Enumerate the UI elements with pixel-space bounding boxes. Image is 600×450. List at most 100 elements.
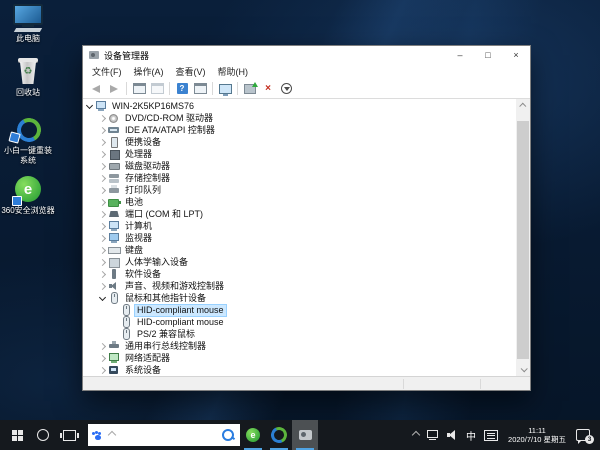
menu-item-file[interactable]: 文件(F) bbox=[86, 65, 128, 78]
hid-device-icon bbox=[108, 256, 121, 268]
tree-item[interactable]: 通用串行总线控制器 bbox=[83, 340, 516, 352]
tree-item[interactable]: 键盘 bbox=[83, 244, 516, 256]
storage-controller-icon bbox=[108, 172, 121, 184]
recycle-bin-icon: ♻ bbox=[11, 58, 45, 86]
menu-item-view[interactable]: 查看(V) bbox=[170, 65, 212, 78]
volume-tray-button[interactable] bbox=[443, 420, 462, 450]
desktop-icon-360-browser[interactable]: e360安全浏览器 bbox=[0, 176, 56, 216]
desktop-icon-xiaobai-reinstall[interactable]: 小白一键重装系统 bbox=[0, 116, 56, 166]
tree-item[interactable]: 声音、视频和游戏控制器 bbox=[83, 280, 516, 292]
tree-item[interactable]: HID-compliant mouse bbox=[83, 304, 516, 316]
vertical-scrollbar[interactable] bbox=[516, 99, 530, 376]
menu-item-help[interactable]: 帮助(H) bbox=[212, 65, 255, 78]
tree-item[interactable]: 电池 bbox=[83, 196, 516, 208]
network-adapter-icon bbox=[108, 352, 121, 364]
desktop-icon-recycle-bin[interactable]: ♻回收站 bbox=[0, 58, 56, 98]
computer-monitor-icon[interactable] bbox=[217, 81, 233, 96]
show-hidden-icons-button[interactable] bbox=[409, 420, 423, 450]
taskbar-app-xiaobai-reinstall[interactable] bbox=[266, 420, 292, 450]
baidu-paw-icon bbox=[95, 435, 101, 440]
touch-keyboard-button[interactable] bbox=[480, 420, 502, 450]
taskbar-app-device-manager[interactable] bbox=[292, 420, 318, 450]
tree-item[interactable]: 端口 (COM 和 LPT) bbox=[83, 208, 516, 220]
chevron-right-icon[interactable] bbox=[98, 366, 107, 375]
chevron-right-icon[interactable] bbox=[98, 210, 107, 219]
chevron-right-icon[interactable] bbox=[98, 138, 107, 147]
device-manager-window[interactable]: 设备管理器 – □ × 文件(F)操作(A)查看(V)帮助(H) ? × WIN-… bbox=[82, 45, 531, 391]
baidu-search-icon[interactable] bbox=[222, 429, 234, 441]
desktop-icon-this-pc[interactable]: 此电脑 bbox=[0, 4, 56, 44]
ime-indicator[interactable]: 中 bbox=[462, 420, 480, 450]
chevron-right-icon[interactable] bbox=[98, 282, 107, 291]
chevron-right-icon[interactable] bbox=[98, 222, 107, 231]
chevron-right-icon[interactable] bbox=[98, 174, 107, 183]
back-arrow-icon[interactable] bbox=[88, 81, 104, 96]
network-tray-button[interactable] bbox=[423, 420, 443, 450]
console-tree-window-icon[interactable] bbox=[131, 81, 147, 96]
start-button[interactable] bbox=[4, 420, 30, 450]
tree-item[interactable]: WIN-2K5KP16MS76 bbox=[83, 100, 516, 112]
tree-item[interactable]: 软件设备 bbox=[83, 268, 516, 280]
tree-item[interactable]: 人体学输入设备 bbox=[83, 256, 516, 268]
tree-item[interactable]: 处理器 bbox=[83, 148, 516, 160]
help-icon[interactable]: ? bbox=[174, 81, 190, 96]
title-bar[interactable]: 设备管理器 – □ × bbox=[83, 46, 530, 64]
minimize-button[interactable]: – bbox=[446, 46, 474, 64]
scroll-up-button[interactable] bbox=[516, 99, 530, 112]
chevron-right-icon[interactable] bbox=[98, 198, 107, 207]
scroll-down-button[interactable] bbox=[516, 363, 530, 376]
tree-item[interactable]: 计算机 bbox=[83, 220, 516, 232]
system-device-icon bbox=[108, 364, 121, 376]
window-panel-icon[interactable] bbox=[149, 81, 165, 96]
chevron-right-icon[interactable] bbox=[98, 114, 107, 123]
task-view-button[interactable] bbox=[56, 420, 82, 450]
maximize-button[interactable]: □ bbox=[474, 46, 502, 64]
tree-item-label: WIN-2K5KP16MS76 bbox=[110, 101, 196, 112]
menu-bar: 文件(F)操作(A)查看(V)帮助(H) bbox=[83, 64, 530, 79]
tree-item-label: 便携设备 bbox=[123, 137, 163, 148]
chevron-right-icon[interactable] bbox=[98, 126, 107, 135]
tree-item[interactable]: 系统设备 bbox=[83, 364, 516, 376]
tree-item[interactable]: DVD/CD-ROM 驱动器 bbox=[83, 112, 516, 124]
tree-item-label: 键盘 bbox=[123, 245, 145, 256]
chevron-right-icon[interactable] bbox=[98, 162, 107, 171]
tree-item[interactable]: 存储控制器 bbox=[83, 172, 516, 184]
chevron-up-icon[interactable] bbox=[108, 431, 116, 439]
tree-item[interactable]: HID-compliant mouse bbox=[83, 316, 516, 328]
chevron-right-icon[interactable] bbox=[98, 354, 107, 363]
taskbar-clock[interactable]: 11:11 2020/7/10 星期五 bbox=[502, 426, 572, 444]
chevron-right-icon[interactable] bbox=[98, 150, 107, 159]
tree-item[interactable]: IDE ATA/ATAPI 控制器 bbox=[83, 124, 516, 136]
chevron-right-icon[interactable] bbox=[98, 186, 107, 195]
update-driver-icon[interactable] bbox=[242, 81, 258, 96]
uninstall-device-icon[interactable]: × bbox=[260, 81, 276, 96]
tree-item[interactable]: 鼠标和其他指针设备 bbox=[83, 292, 516, 304]
tree-item[interactable]: 打印队列 bbox=[83, 184, 516, 196]
clock-date: 2020/7/10 星期五 bbox=[508, 435, 566, 444]
chevron-right-icon[interactable] bbox=[98, 246, 107, 255]
chevron-down-icon[interactable] bbox=[85, 102, 94, 111]
toolbar-separator bbox=[212, 82, 213, 95]
tree-item[interactable]: 监视器 bbox=[83, 232, 516, 244]
chevron-right-icon[interactable] bbox=[98, 258, 107, 267]
360-browser-icon: e bbox=[246, 428, 260, 442]
forward-arrow-icon[interactable] bbox=[106, 81, 122, 96]
close-button[interactable]: × bbox=[502, 46, 530, 64]
tree-item[interactable]: 便携设备 bbox=[83, 136, 516, 148]
tree-item[interactable]: PS/2 兼容鼠标 bbox=[83, 328, 516, 340]
chevron-right-icon[interactable] bbox=[98, 234, 107, 243]
taskbar-app-360-browser[interactable]: e bbox=[240, 420, 266, 450]
properties-window-icon[interactable] bbox=[192, 81, 208, 96]
tree-item[interactable]: 网络适配器 bbox=[83, 352, 516, 364]
chevron-down-icon[interactable] bbox=[98, 294, 107, 303]
taskbar-search-box[interactable] bbox=[88, 424, 240, 446]
expander-spacer bbox=[111, 306, 119, 315]
tree-item[interactable]: 磁盘驱动器 bbox=[83, 160, 516, 172]
chevron-right-icon[interactable] bbox=[98, 270, 107, 279]
scrollbar-thumb[interactable] bbox=[517, 121, 529, 359]
menu-item-action[interactable]: 操作(A) bbox=[128, 65, 170, 78]
action-center-button[interactable]: 3 bbox=[572, 420, 600, 450]
scan-hardware-changes-icon[interactable] bbox=[278, 81, 294, 96]
chevron-right-icon[interactable] bbox=[98, 342, 107, 351]
cortana-button[interactable] bbox=[30, 420, 56, 450]
